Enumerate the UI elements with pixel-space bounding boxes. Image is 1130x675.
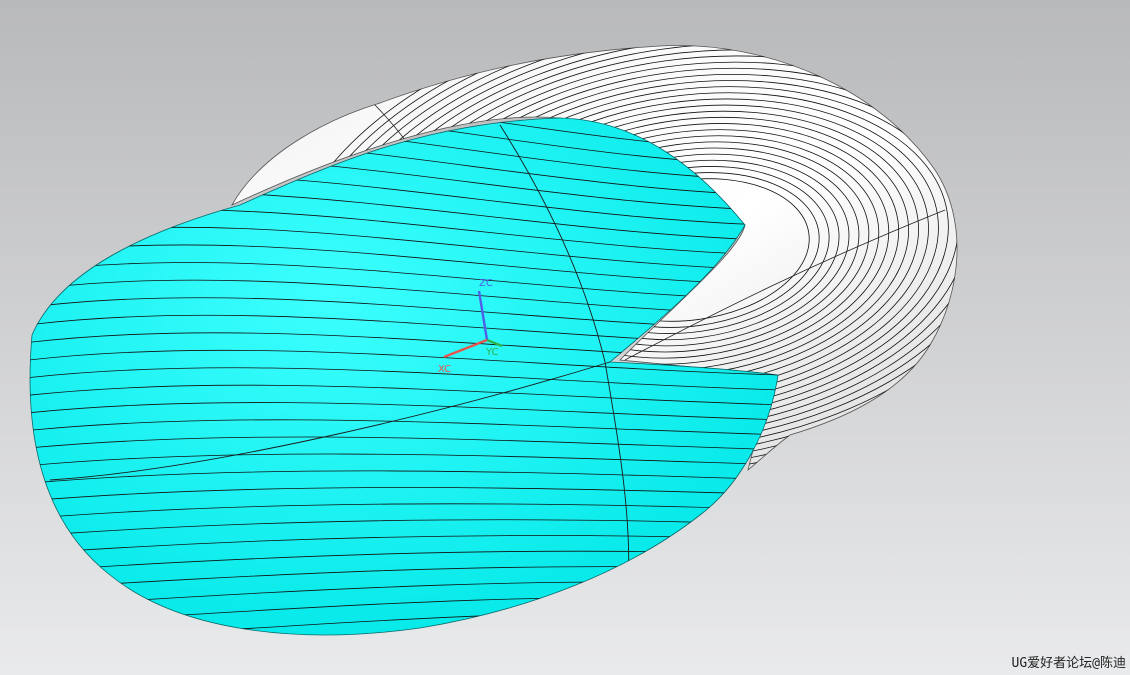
graphics-viewport[interactable]: ZC YC XC UG爱好者论坛@陈迪	[0, 0, 1130, 675]
forum-watermark: UG爱好者论坛@陈迪	[1011, 656, 1126, 671]
model-canvas[interactable]: ZC YC XC	[0, 0, 1130, 675]
xc-axis-label: XC	[438, 364, 451, 375]
zc-axis-label: ZC	[479, 278, 493, 289]
yc-axis-label: YC	[485, 347, 499, 358]
